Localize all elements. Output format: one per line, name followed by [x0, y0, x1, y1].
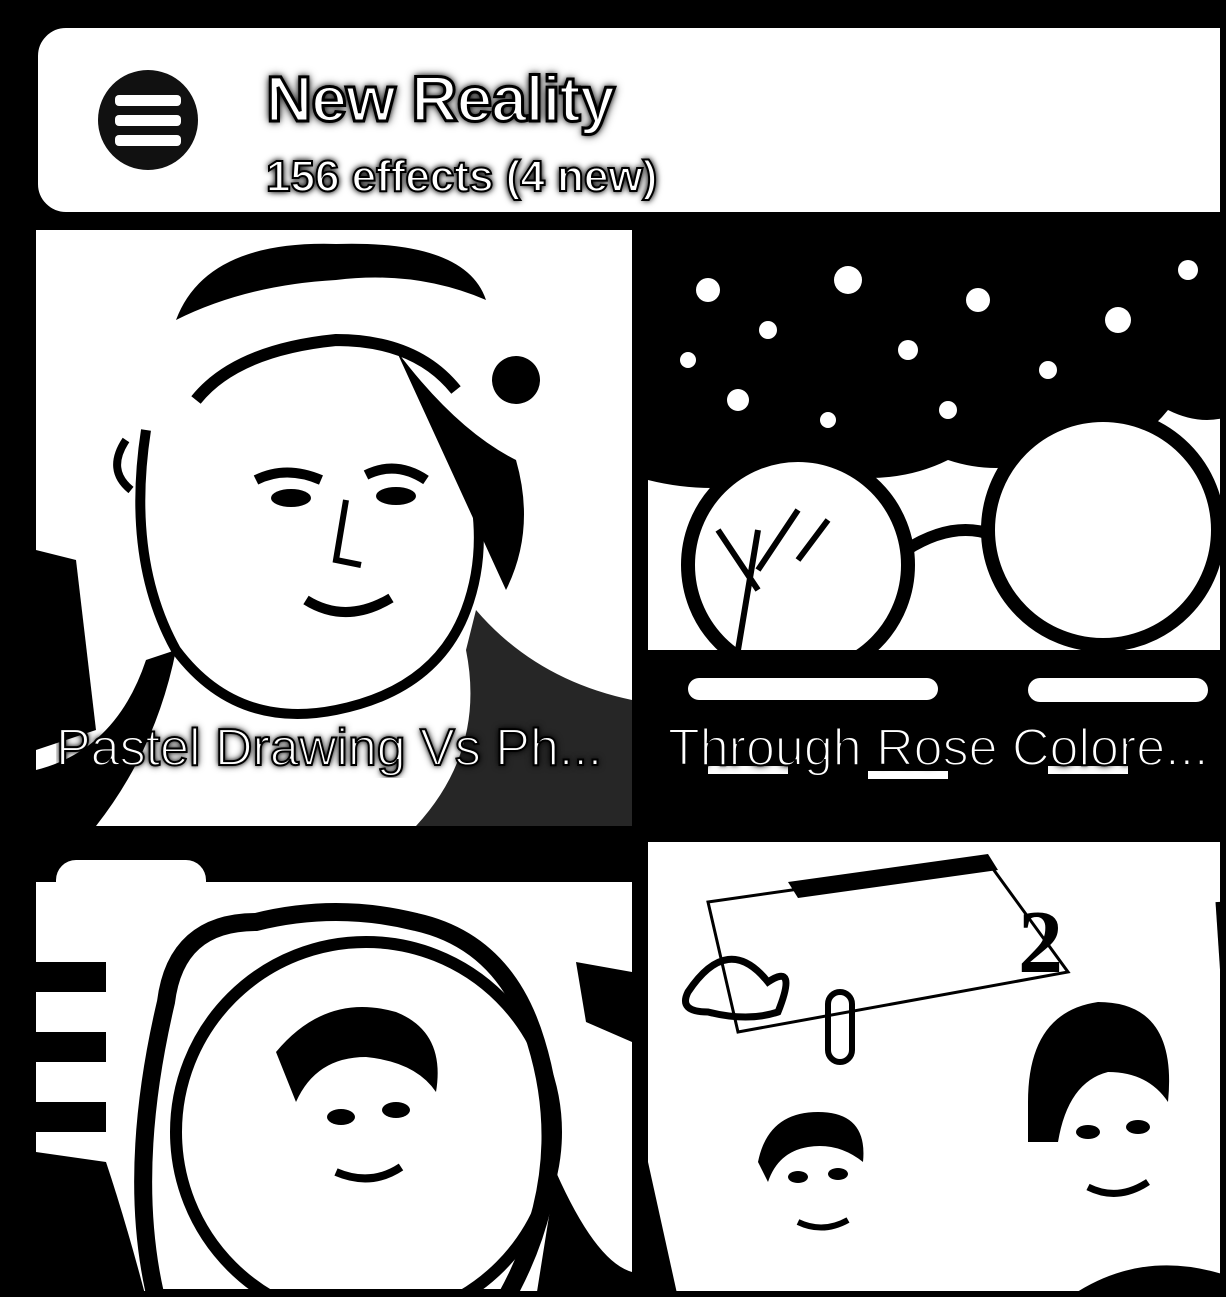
app-screen: New Reality 156 effects (4 new) Pastel D…: [0, 0, 1226, 1297]
app-title: New Reality: [264, 62, 616, 137]
effects-grid: Pastel Drawing Vs Ph... Through Rose Col…: [36, 230, 1220, 1291]
effect-thumbnail: 2: [648, 842, 1220, 1291]
effect-title: Through Rose Colore...: [668, 718, 1210, 778]
effect-thumbnail: [36, 842, 632, 1291]
hamburger-menu-icon[interactable]: [98, 70, 198, 170]
effects-count: 156 effects (4 new): [265, 151, 658, 202]
app-header: New Reality 156 effects (4 new): [30, 20, 1220, 220]
effect-tile[interactable]: Through Rose Colore...: [648, 230, 1220, 826]
effect-tile[interactable]: 2: [648, 842, 1220, 1291]
badge-number: 2: [1018, 893, 1063, 992]
effect-title: Pastel Drawing Vs Ph...: [56, 718, 603, 778]
effect-tile[interactable]: [36, 842, 632, 1291]
effect-tile[interactable]: Pastel Drawing Vs Ph...: [36, 230, 632, 826]
